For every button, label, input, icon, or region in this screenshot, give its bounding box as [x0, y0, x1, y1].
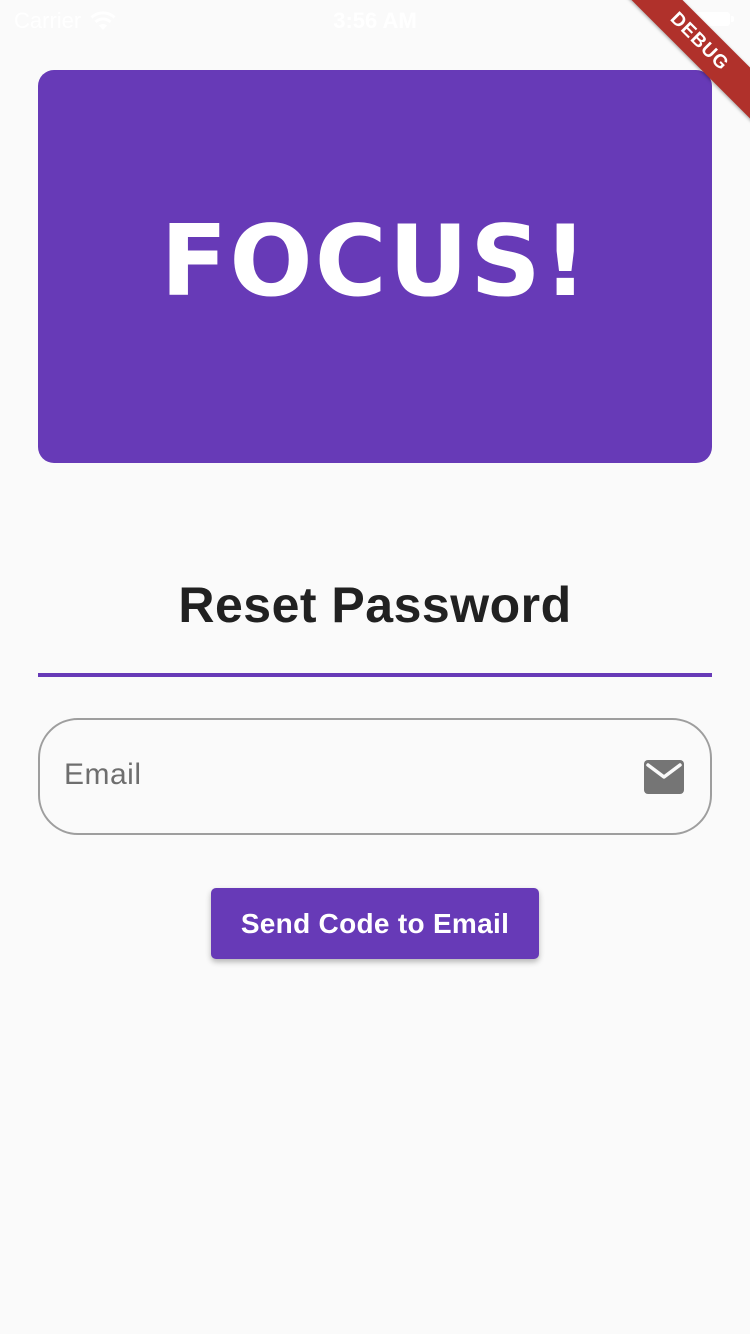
status-time: 3:56 AM	[333, 8, 417, 33]
page-title: Reset Password	[178, 577, 572, 633]
title-divider	[38, 673, 712, 677]
email-field[interactable]: Email	[38, 718, 712, 835]
hero-logo-card: FOCUS!	[38, 70, 712, 463]
logo-text: FOCUS!	[160, 204, 590, 319]
email-placeholder: Email	[64, 758, 142, 791]
mail-icon	[644, 760, 684, 794]
send-code-button[interactable]: Send Code to Email	[211, 888, 539, 959]
